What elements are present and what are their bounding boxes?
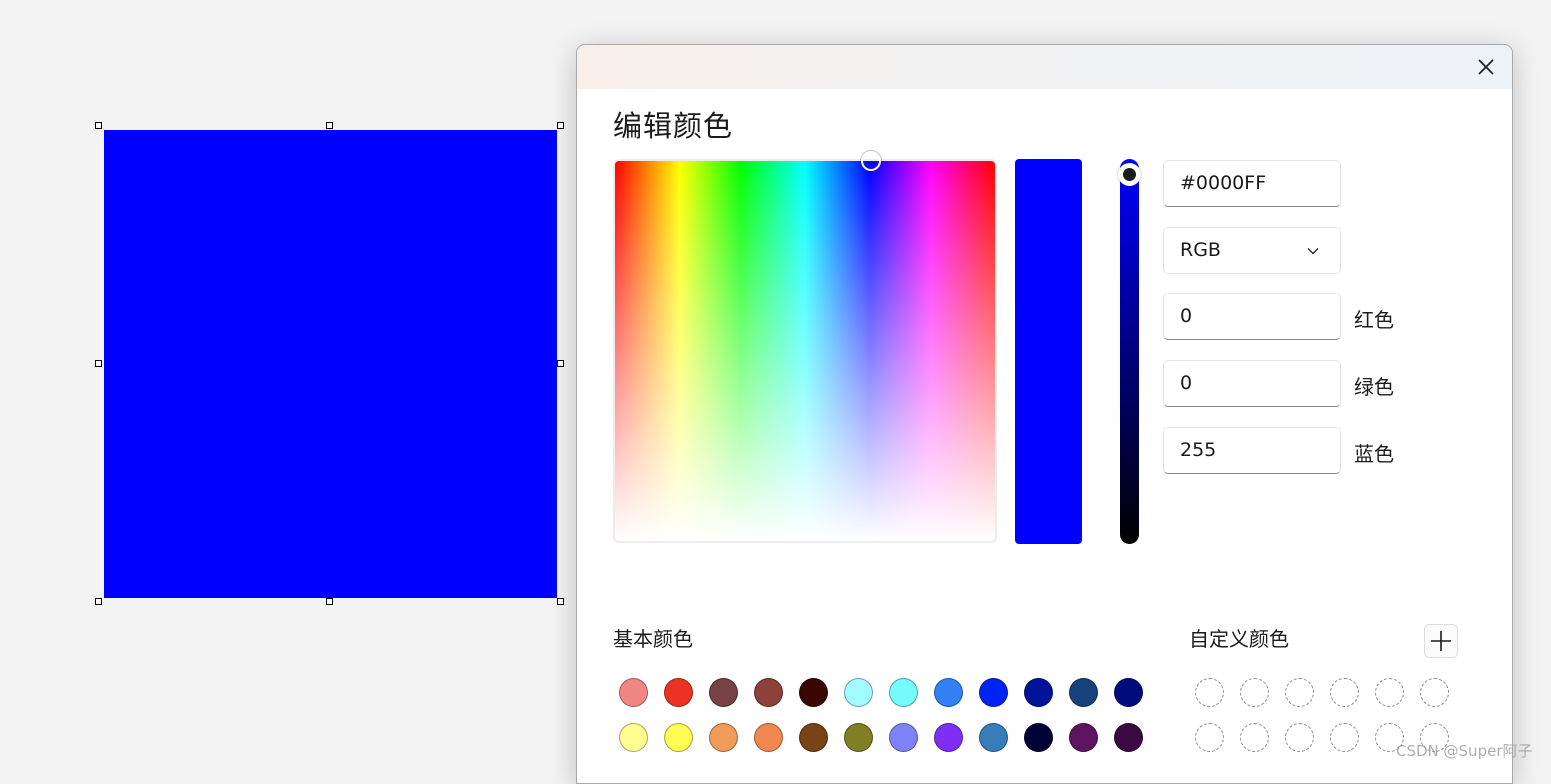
green-channel-label: 绿色 (1354, 375, 1394, 399)
blue-channel-label: 蓝色 (1354, 442, 1394, 466)
value-slider[interactable] (1118, 159, 1141, 544)
custom-color-slot[interactable] (1240, 723, 1269, 752)
dialog-title: 编辑颜色 (613, 109, 734, 143)
add-custom-color-button[interactable] (1424, 624, 1458, 658)
basic-color-swatch[interactable] (754, 678, 783, 707)
close-button[interactable] (1474, 55, 1498, 79)
color-mode-value: RGB (1180, 239, 1221, 261)
blue-channel-input[interactable]: 255 (1163, 427, 1341, 474)
custom-color-slot[interactable] (1285, 723, 1314, 752)
watermark: CSDN @Super阿子 (1396, 742, 1533, 760)
basic-color-swatch[interactable] (979, 723, 1008, 752)
basic-color-swatch[interactable] (1024, 678, 1053, 707)
chevron-down-icon (1307, 248, 1319, 255)
resize-handle-top-right[interactable] (557, 122, 564, 129)
basic-color-swatch[interactable] (754, 723, 783, 752)
red-channel-input[interactable]: 0 (1163, 293, 1341, 340)
basic-color-swatch[interactable] (934, 723, 963, 752)
color-preview (1015, 159, 1082, 544)
basic-color-swatch[interactable] (889, 723, 918, 752)
edit-color-dialog: 编辑颜色 #0000FF RGB 0 红色 0 绿色 255 蓝色 基本颜色 自… (576, 44, 1513, 784)
basic-color-swatch[interactable] (844, 723, 873, 752)
basic-color-swatch[interactable] (889, 678, 918, 707)
basic-color-swatch[interactable] (799, 678, 828, 707)
basic-color-swatch[interactable] (934, 678, 963, 707)
red-channel-label: 红色 (1354, 308, 1394, 332)
basic-color-swatch[interactable] (664, 723, 693, 752)
custom-color-slot[interactable] (1195, 723, 1224, 752)
basic-color-swatch[interactable] (709, 678, 738, 707)
basic-color-swatch[interactable] (619, 678, 648, 707)
custom-color-slot[interactable] (1285, 678, 1314, 707)
basic-color-swatch[interactable] (664, 678, 693, 707)
basic-color-swatch[interactable] (844, 678, 873, 707)
resize-handle-bottom[interactable] (326, 598, 333, 605)
color-mode-select[interactable]: RGB (1163, 227, 1341, 274)
resize-handle-bottom-right[interactable] (557, 598, 564, 605)
custom-color-slot[interactable] (1330, 678, 1359, 707)
slider-thumb[interactable] (1118, 163, 1141, 186)
green-channel-input[interactable]: 0 (1163, 360, 1341, 407)
basic-color-swatch[interactable] (1114, 678, 1143, 707)
basic-color-swatch[interactable] (619, 723, 648, 752)
basic-color-swatch[interactable] (1069, 723, 1098, 752)
basic-color-swatch[interactable] (1114, 723, 1143, 752)
custom-color-slot[interactable] (1240, 678, 1269, 707)
custom-color-slot[interactable] (1330, 723, 1359, 752)
spectrum-cursor[interactable] (861, 151, 881, 171)
basic-color-swatch[interactable] (979, 678, 1008, 707)
basic-color-swatch[interactable] (1069, 678, 1098, 707)
basic-colors-label: 基本颜色 (613, 627, 693, 651)
resize-handle-left[interactable] (95, 360, 102, 367)
hex-input[interactable]: #0000FF (1163, 160, 1341, 207)
resize-handle-top-left[interactable] (95, 122, 102, 129)
close-icon (1478, 59, 1494, 75)
basic-color-swatch[interactable] (1024, 723, 1053, 752)
resize-handle-right[interactable] (557, 360, 564, 367)
dialog-titlebar (577, 45, 1512, 89)
basic-color-swatch[interactable] (709, 723, 738, 752)
plus-icon (1431, 631, 1451, 651)
selected-shape[interactable] (104, 130, 557, 598)
resize-handle-bottom-left[interactable] (95, 598, 102, 605)
color-spectrum[interactable] (613, 151, 997, 543)
basic-color-swatch[interactable] (799, 723, 828, 752)
custom-colors-label: 自定义颜色 (1189, 627, 1289, 651)
custom-color-slot[interactable] (1420, 678, 1449, 707)
custom-color-slot[interactable] (1375, 678, 1404, 707)
resize-handle-top[interactable] (326, 122, 333, 129)
custom-color-slot[interactable] (1195, 678, 1224, 707)
